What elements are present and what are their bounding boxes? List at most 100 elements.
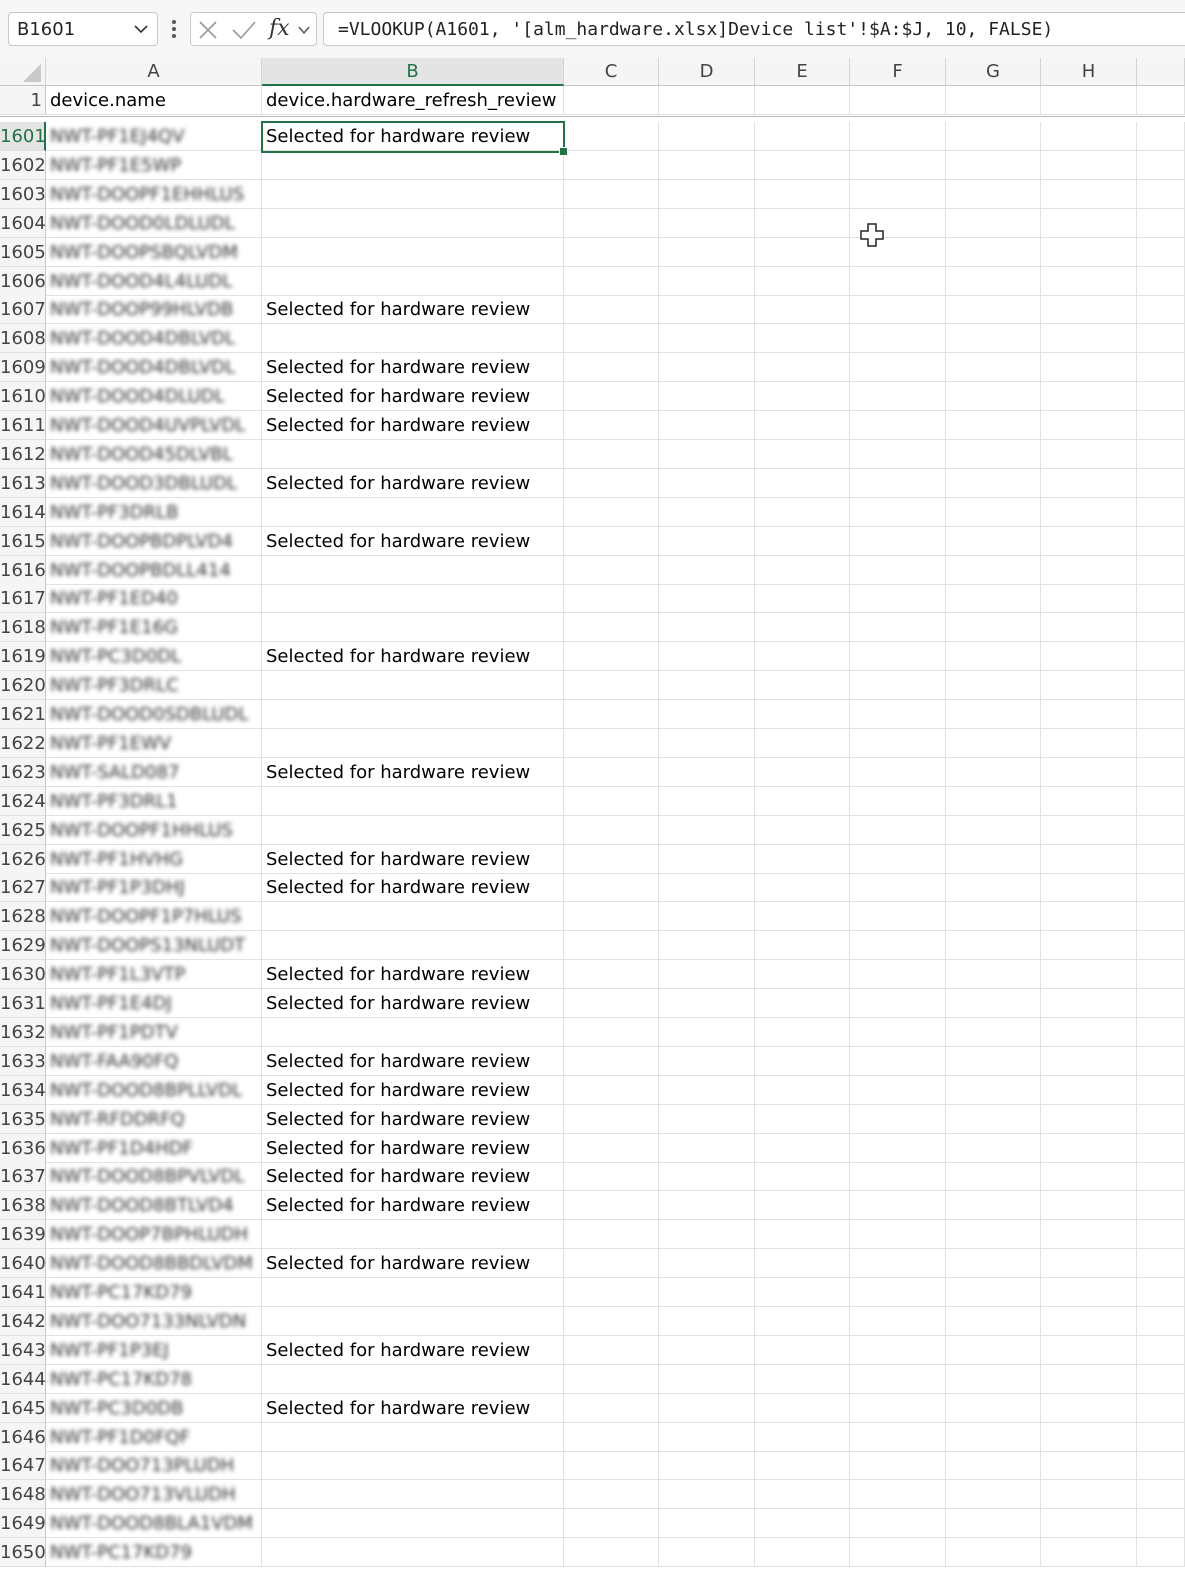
device-name-cell[interactable]: NWT-DOOD8BPVLVDL [46,1162,262,1192]
cell[interactable] [564,1249,659,1279]
device-name-cell[interactable]: NWT-PC17KD79 [46,1538,262,1568]
cell[interactable] [659,671,755,701]
cell[interactable] [659,382,755,412]
cell[interactable] [1137,555,1185,585]
cell[interactable] [659,584,755,614]
cell[interactable] [1041,815,1137,845]
hardware-review-cell[interactable] [262,902,564,932]
cell[interactable] [946,411,1041,440]
cell[interactable] [659,642,755,672]
cell[interactable] [850,613,946,643]
cell[interactable] [850,1306,946,1336]
cell[interactable] [1041,1364,1137,1394]
cell[interactable] [755,757,850,787]
cell[interactable] [755,1046,850,1076]
cell[interactable] [850,671,946,701]
cell[interactable] [1041,468,1137,498]
hardware-review-cell[interactable]: Selected for hardware review [262,757,564,787]
cell[interactable] [1041,237,1137,267]
cell[interactable] [1041,786,1137,816]
row-header[interactable]: 1608 [0,324,46,354]
cell[interactable] [850,902,946,932]
row-header[interactable]: 1628 [0,902,46,932]
cell[interactable] [1041,324,1137,354]
row-header[interactable]: 1604 [0,208,46,238]
row-header[interactable]: 1605 [0,237,46,267]
cell[interactable] [1137,1335,1185,1365]
cell[interactable] [946,468,1041,498]
cell[interactable] [1041,931,1137,961]
cell[interactable] [659,786,755,816]
row-header[interactable]: 1625 [0,815,46,845]
cell[interactable] [659,353,755,383]
cell[interactable] [755,844,850,874]
cell[interactable] [755,1220,850,1250]
device-name-cell[interactable]: NWT-PF1L3VTP [46,960,262,990]
cell[interactable] [946,1278,1041,1307]
cell[interactable] [850,1104,946,1134]
device-name-cell[interactable]: NWT-DOOPF1P7HLUS [46,902,262,932]
hardware-review-cell[interactable] [262,1306,564,1336]
cell[interactable] [1137,208,1185,238]
cell[interactable] [1041,700,1137,729]
chevron-down-icon[interactable] [133,21,149,37]
cell[interactable] [659,1017,755,1047]
cell[interactable] [564,1306,659,1336]
row-header[interactable]: 1635 [0,1104,46,1134]
hardware-review-cell[interactable]: Selected for hardware review [262,1249,564,1279]
cell[interactable] [1137,960,1185,990]
cell[interactable] [1137,1278,1185,1307]
device-name-cell[interactable]: NWT-SALD087 [46,757,262,787]
cell[interactable] [850,931,946,961]
cell[interactable] [659,1191,755,1221]
cell[interactable] [1041,1104,1137,1134]
cell[interactable] [564,439,659,469]
cell[interactable] [564,989,659,1018]
cell[interactable] [755,873,850,903]
cell[interactable] [1137,86,1185,115]
cell[interactable] [755,382,850,412]
hardware-review-cell[interactable]: Selected for hardware review [262,382,564,412]
cell[interactable] [659,1075,755,1105]
hardware-review-cell[interactable]: Selected for hardware review [262,468,564,498]
cell[interactable] [659,1133,755,1163]
cell[interactable] [1137,1017,1185,1047]
device-name-cell[interactable]: NWT-PF3DRLC [46,671,262,701]
column-header-b[interactable]: B [262,58,564,86]
cell[interactable] [946,353,1041,383]
cell[interactable] [1041,1017,1137,1047]
hardware-review-cell[interactable] [262,700,564,729]
row-header[interactable]: 1637 [0,1162,46,1192]
cell[interactable] [755,1335,850,1365]
row-header[interactable]: 1601 [0,122,46,151]
cell[interactable] [850,1191,946,1221]
cell[interactable] [1041,179,1137,209]
cell[interactable] [946,526,1041,556]
row-header[interactable]: 1627 [0,873,46,903]
cell[interactable] [1137,931,1185,961]
cell[interactable] [850,1538,946,1568]
cell[interactable] [946,1017,1041,1047]
cell[interactable] [850,700,946,729]
cell[interactable] [850,1017,946,1047]
cell[interactable] [946,671,1041,701]
cell[interactable] [755,439,850,469]
cell[interactable] [564,1046,659,1076]
device-name-cell[interactable]: NWT-DOOD4UVPLVDL [46,411,262,440]
cell[interactable] [850,1422,946,1452]
device-name-cell[interactable]: NWT-RFDDRFQ [46,1104,262,1134]
cell[interactable] [946,86,1041,115]
formula-input[interactable]: =VLOOKUP(A1601, '[alm_hardware.xlsx]Devi… [323,12,1185,46]
row-header[interactable]: 1617 [0,584,46,614]
cell[interactable] [564,700,659,729]
hardware-review-cell[interactable]: Selected for hardware review [262,1075,564,1105]
device-name-cell[interactable]: NWT-PF1E5WP [46,150,262,180]
cell[interactable] [946,1306,1041,1336]
row-header[interactable]: 1639 [0,1220,46,1250]
cell[interactable] [850,295,946,325]
cell[interactable] [850,86,946,115]
cell[interactable] [1137,1162,1185,1192]
hardware-review-cell[interactable] [262,208,564,238]
device-name-cell[interactable]: NWT-DOOD8BTLVD4 [46,1191,262,1221]
cell[interactable] [659,728,755,758]
